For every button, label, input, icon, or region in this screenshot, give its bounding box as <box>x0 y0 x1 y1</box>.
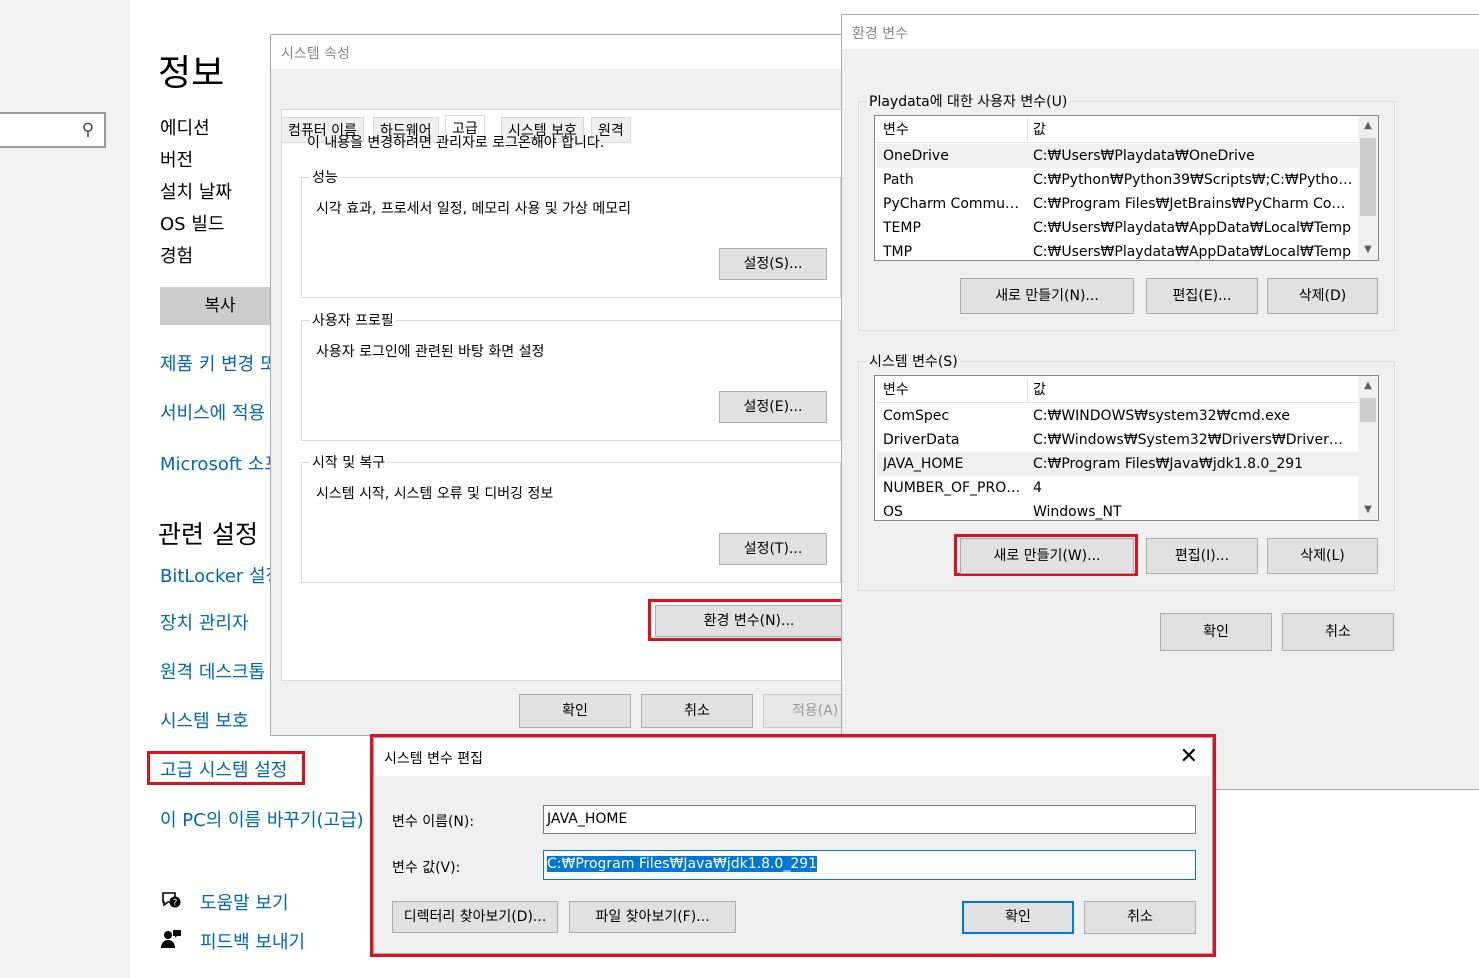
advanced-system-settings-link[interactable]: 고급 시스템 설정 <box>160 756 287 782</box>
system-edit-button[interactable]: 편집(I)... <box>1146 538 1258 574</box>
system-new-button[interactable]: 새로 만들기(W)... <box>960 538 1134 574</box>
spec-label-experience: 경험 <box>160 246 194 267</box>
spec-label-version: 버전 <box>160 150 194 171</box>
ok-button[interactable]: 확인 <box>519 694 631 728</box>
titlebar: 환경 변수 <box>842 15 1479 49</box>
group-label: 시작 및 복구 <box>310 452 388 472</box>
related-settings-title: 관련 설정 <box>158 520 258 549</box>
environment-variables-button[interactable]: 환경 변수(N)... <box>655 605 843 637</box>
list-header: 변수 값 <box>877 378 1358 403</box>
feedback-icon <box>160 928 182 950</box>
spec-label-edition: 에디션 <box>160 118 210 139</box>
scroll-down-icon[interactable]: ▼ <box>1358 501 1378 519</box>
performance-settings-button[interactable]: 설정(S)... <box>719 248 827 280</box>
scroll-up-icon[interactable]: ▲ <box>1358 117 1378 135</box>
search-icon[interactable]: ⚲ <box>78 120 98 140</box>
microsoft-link[interactable]: Microsoft 소프 <box>160 450 281 476</box>
user-vars-list[interactable]: 변수 값 OneDrive C:₩Users₩Playdata₩OneDrive … <box>874 115 1379 261</box>
device-manager-link[interactable]: 장치 관리자 <box>160 609 249 635</box>
spec-label-install-date: 설치 날짜 <box>160 182 232 203</box>
list-item[interactable]: OS Windows_NT <box>877 500 1358 520</box>
group-label: 시스템 변수(S) <box>867 351 960 371</box>
list-header: 변수 값 <box>877 118 1358 143</box>
change-product-key-link[interactable]: 제품 키 변경 또 <box>160 350 277 376</box>
ok-button[interactable]: 확인 <box>1160 613 1272 651</box>
system-vars-list[interactable]: 변수 값 ComSpec C:₩WINDOWS₩system32₩cmd.exe … <box>874 375 1379 521</box>
scroll-thumb[interactable] <box>1360 398 1376 422</box>
user-new-button[interactable]: 새로 만들기(N)... <box>960 278 1134 314</box>
group-label: Playdata에 대한 사용자 변수(U) <box>867 91 1070 111</box>
help-link[interactable]: 도움말 보기 <box>200 889 289 915</box>
admin-note: 이 내용을 변경하려면 관리자로 로그온해야 합니다. <box>307 135 605 151</box>
list-item[interactable]: JAVA_HOME C:₩Program Files₩Java₩jdk1.8.0_… <box>877 452 1358 476</box>
list-item[interactable]: NUMBER_OF_PROC... 4 <box>877 476 1358 500</box>
list-item[interactable]: OneDrive C:₩Users₩Playdata₩OneDrive <box>877 144 1358 168</box>
spec-label-os-build: OS 빌드 <box>160 214 225 235</box>
list-item[interactable]: TEMP C:₩Users₩Playdata₩AppData₩Local₩Temp <box>877 216 1358 240</box>
group-label: 사용자 프로필 <box>310 310 396 330</box>
settings-nav-strip: ⚲ <box>0 0 130 978</box>
group-desc: 시각 효과, 프로세서 일정, 메모리 사용 및 가상 메모리 <box>316 201 631 217</box>
svg-text:?: ? <box>173 899 178 909</box>
feedback-link[interactable]: 피드백 보내기 <box>200 928 305 954</box>
page-title: 정보 <box>158 53 225 94</box>
group-desc: 시스템 시작, 시스템 오류 및 디버깅 정보 <box>316 486 554 502</box>
user-edit-button[interactable]: 편집(E)... <box>1146 278 1258 314</box>
cancel-button[interactable]: 취소 <box>641 694 753 728</box>
group-label: 성능 <box>310 167 340 187</box>
column-header-variable[interactable]: 변수 <box>883 378 1023 402</box>
column-header-value[interactable]: 값 <box>1033 378 1353 402</box>
apply-button[interactable]: 적용(A) <box>763 694 851 728</box>
environment-variables-dialog: 환경 변수 Playdata에 대한 사용자 변수(U) 변수 값 OneDri… <box>841 14 1479 790</box>
titlebar: 시스템 속성 <box>271 35 849 69</box>
profile-settings-button[interactable]: 설정(E)... <box>719 391 827 423</box>
user-delete-button[interactable]: 삭제(D) <box>1267 278 1378 314</box>
system-delete-button[interactable]: 삭제(L) <box>1267 538 1378 574</box>
services-link[interactable]: 서비스에 적용 <box>160 399 265 425</box>
scroll-up-icon[interactable]: ▲ <box>1358 377 1378 395</box>
dialog-title: 시스템 속성 <box>281 46 350 62</box>
startup-settings-button[interactable]: 설정(T)... <box>719 533 827 565</box>
rename-pc-link[interactable]: 이 PC의 이름 바꾸기(고급) <box>160 806 364 832</box>
copy-button[interactable]: 복사 <box>160 287 280 325</box>
list-item[interactable]: Path C:₩Python₩Python39₩Scripts₩;C:₩Pytho… <box>877 168 1358 192</box>
list-item[interactable]: TMP C:₩Users₩Playdata₩AppData₩Local₩Temp <box>877 240 1358 260</box>
list-item[interactable]: PyCharm Communi... C:₩Program Files₩JetBr… <box>877 192 1358 216</box>
help-icon: ? <box>160 889 182 911</box>
group-desc: 사용자 로그인에 관련된 바탕 화면 설정 <box>316 344 545 360</box>
highlight-box-edit-dialog <box>370 734 1216 957</box>
scroll-thumb[interactable] <box>1360 138 1376 216</box>
scrollbar[interactable]: ▲ ▼ <box>1358 376 1378 520</box>
cancel-button[interactable]: 취소 <box>1282 613 1394 651</box>
scroll-down-icon[interactable]: ▼ <box>1358 241 1378 259</box>
list-item[interactable]: ComSpec C:₩WINDOWS₩system32₩cmd.exe <box>877 404 1358 428</box>
dialog-title: 환경 변수 <box>852 26 908 42</box>
bitlocker-link[interactable]: BitLocker 설정 <box>160 562 282 588</box>
column-header-variable[interactable]: 변수 <box>883 118 1023 142</box>
system-protection-link[interactable]: 시스템 보호 <box>160 707 249 733</box>
scrollbar[interactable]: ▲ ▼ <box>1358 116 1378 260</box>
list-item[interactable]: DriverData C:₩Windows₩System32₩Drivers₩Dr… <box>877 428 1358 452</box>
system-properties-dialog: 시스템 속성 컴퓨터 이름 하드웨어 고급 시스템 보호 원격 이 내용을 변경… <box>270 34 851 736</box>
column-header-value[interactable]: 값 <box>1033 118 1353 142</box>
search-box[interactable]: ⚲ <box>0 112 106 148</box>
remote-desktop-link[interactable]: 원격 데스크톱 <box>160 658 265 684</box>
